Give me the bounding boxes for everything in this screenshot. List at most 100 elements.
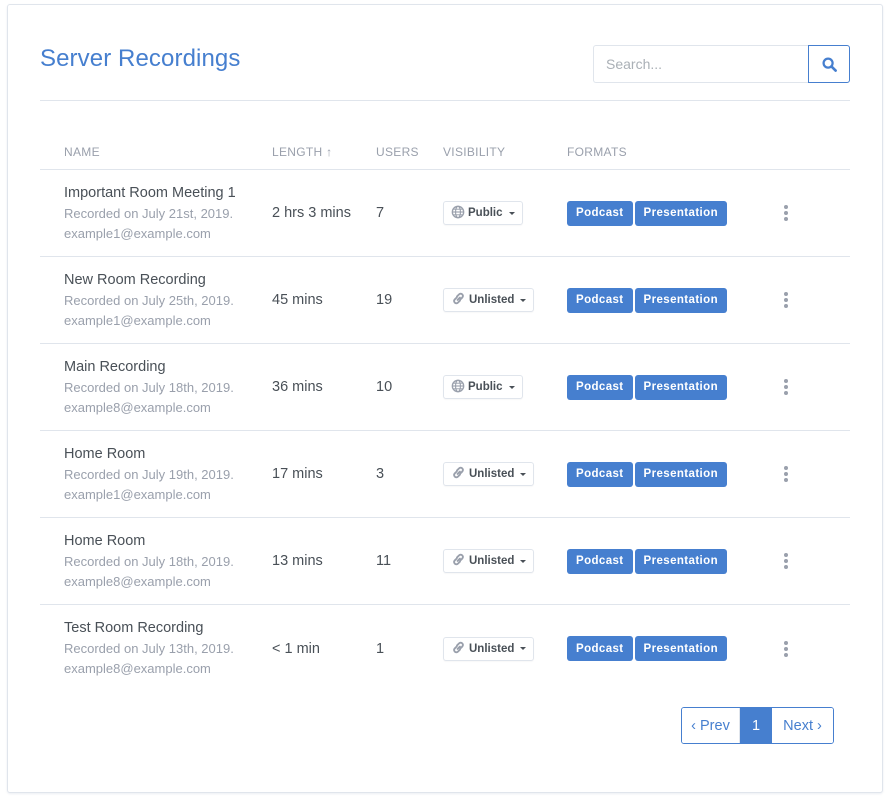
- link-icon: [451, 552, 466, 570]
- format-podcast-button[interactable]: Podcast: [567, 374, 633, 400]
- column-header-name[interactable]: Name: [40, 145, 272, 159]
- recording-date: Recorded on July 25th, 2019.: [64, 292, 234, 308]
- more-options-icon[interactable]: [780, 551, 792, 571]
- pagination-next[interactable]: Next ›: [772, 708, 833, 743]
- caret-down-icon: [520, 647, 527, 650]
- formats-cell: Podcast Presentation: [567, 374, 771, 400]
- header-divider: [40, 100, 850, 101]
- table-row: Important Room Meeting 1 Recorded on Jul…: [40, 170, 850, 257]
- table-row: Home Room Recorded on July 19th, 2019. e…: [40, 431, 850, 518]
- recording-name: Home Room: [64, 532, 146, 549]
- recording-users: 7: [376, 205, 385, 221]
- recording-date: Recorded on July 21st, 2019.: [64, 205, 234, 221]
- recording-name: Important Room Meeting 1: [64, 184, 236, 201]
- recording-length: 2 hrs 3 mins: [272, 205, 351, 221]
- recording-name-cell: Important Room Meeting 1 Recorded on Jul…: [40, 183, 272, 244]
- caret-down-icon: [508, 211, 515, 215]
- visibility-label: Unlisted: [469, 294, 515, 306]
- recording-users: 11: [376, 553, 392, 569]
- formats-cell: Podcast Presentation: [567, 287, 771, 313]
- column-header-visibility[interactable]: Visibility: [443, 145, 567, 159]
- visibility-dropdown[interactable]: Public: [443, 375, 523, 399]
- column-header-length[interactable]: Length ↑: [272, 145, 376, 159]
- recording-users: 1: [376, 640, 385, 657]
- globe-icon: [451, 205, 465, 222]
- format-podcast-button[interactable]: Podcast: [567, 461, 633, 487]
- visibility-label: Public: [468, 207, 503, 219]
- recording-owner: example8@example.com: [64, 573, 211, 589]
- more-options-icon[interactable]: [780, 290, 792, 310]
- pagination-page-current[interactable]: 1: [740, 708, 772, 743]
- recording-name: Test Room Recording: [64, 620, 204, 636]
- column-header-formats[interactable]: Formats: [567, 145, 771, 159]
- recording-owner: example8@example.com: [64, 399, 211, 415]
- recording-owner: example1@example.com: [64, 486, 211, 502]
- recording-owner: example1@example.com: [64, 225, 211, 241]
- format-presentation-button[interactable]: Presentation: [634, 287, 728, 313]
- table-body: Important Room Meeting 1 Recorded on Jul…: [40, 170, 850, 692]
- recording-name-cell: Test Room Recording Recorded on July 13t…: [40, 618, 272, 679]
- format-presentation-button[interactable]: Presentation: [634, 636, 728, 661]
- link-icon: [451, 640, 466, 658]
- table-row: Home Room Recorded on July 18th, 2019. e…: [40, 518, 850, 605]
- recording-date: Recorded on July 18th, 2019.: [64, 553, 234, 569]
- recording-date: Recorded on July 18th, 2019.: [64, 379, 234, 395]
- format-presentation-button[interactable]: Presentation: [634, 200, 728, 226]
- recording-length: < 1 min: [272, 640, 320, 657]
- recording-length: 36 mins: [272, 379, 323, 395]
- format-podcast-button[interactable]: Podcast: [567, 287, 633, 313]
- column-header-users[interactable]: Users: [376, 145, 443, 159]
- page-title: Server Recordings: [40, 45, 241, 72]
- link-icon: [451, 465, 466, 483]
- more-options-icon[interactable]: [780, 639, 792, 659]
- table-row: Test Room Recording Recorded on July 13t…: [40, 605, 850, 692]
- format-presentation-button[interactable]: Presentation: [634, 374, 728, 400]
- caret-down-icon: [520, 298, 527, 302]
- visibility-dropdown[interactable]: Unlisted: [443, 549, 535, 573]
- format-podcast-button[interactable]: Podcast: [567, 200, 633, 226]
- recording-users: 3: [376, 466, 385, 482]
- visibility-dropdown[interactable]: Unlisted: [443, 636, 535, 661]
- recording-name: Main Recording: [64, 358, 166, 375]
- search-input[interactable]: [593, 45, 808, 83]
- search-button[interactable]: [808, 45, 850, 83]
- recording-date: Recorded on July 19th, 2019.: [64, 466, 234, 482]
- more-options-icon[interactable]: [780, 377, 792, 397]
- table-header: Name Length ↑ Users Visibility Formats: [40, 135, 850, 170]
- pagination-prev[interactable]: ‹ Prev: [682, 708, 740, 743]
- link-icon: [451, 291, 466, 309]
- recording-name-cell: Main Recording Recorded on July 18th, 20…: [40, 357, 272, 418]
- recording-length: 45 mins: [272, 292, 323, 308]
- recordings-card: Server Recordings Name Length ↑ Users Vi…: [7, 4, 883, 793]
- pagination: ‹ Prev 1 Next ›: [681, 707, 834, 744]
- visibility-label: Public: [468, 381, 503, 393]
- recording-date: Recorded on July 13th, 2019.: [64, 641, 234, 656]
- visibility-dropdown[interactable]: Public: [443, 201, 523, 225]
- more-options-icon[interactable]: [780, 464, 792, 484]
- recording-length: 13 mins: [272, 553, 323, 569]
- formats-cell: Podcast Presentation: [567, 548, 771, 574]
- formats-cell: Podcast Presentation: [567, 636, 771, 661]
- recording-length: 17 mins: [272, 466, 323, 482]
- recording-users: 19: [376, 292, 393, 308]
- more-options-icon[interactable]: [780, 203, 792, 223]
- search-bar: [593, 45, 850, 83]
- formats-cell: Podcast Presentation: [567, 200, 771, 226]
- globe-icon: [451, 379, 465, 396]
- caret-down-icon: [520, 472, 527, 476]
- recording-name: Home Room: [64, 445, 146, 462]
- recording-name-cell: New Room Recording Recorded on July 25th…: [40, 270, 272, 331]
- format-presentation-button[interactable]: Presentation: [634, 548, 728, 574]
- table-row: New Room Recording Recorded on July 25th…: [40, 257, 850, 344]
- table-row: Main Recording Recorded on July 18th, 20…: [40, 344, 850, 431]
- visibility-label: Unlisted: [469, 642, 515, 655]
- recording-users: 10: [376, 379, 393, 395]
- caret-down-icon: [520, 559, 527, 563]
- recording-name: New Room Recording: [64, 271, 206, 288]
- recording-owner: example8@example.com: [64, 661, 211, 676]
- format-podcast-button[interactable]: Podcast: [567, 636, 633, 661]
- format-presentation-button[interactable]: Presentation: [634, 461, 728, 487]
- format-podcast-button[interactable]: Podcast: [567, 548, 633, 574]
- visibility-dropdown[interactable]: Unlisted: [443, 288, 535, 312]
- visibility-dropdown[interactable]: Unlisted: [443, 462, 535, 486]
